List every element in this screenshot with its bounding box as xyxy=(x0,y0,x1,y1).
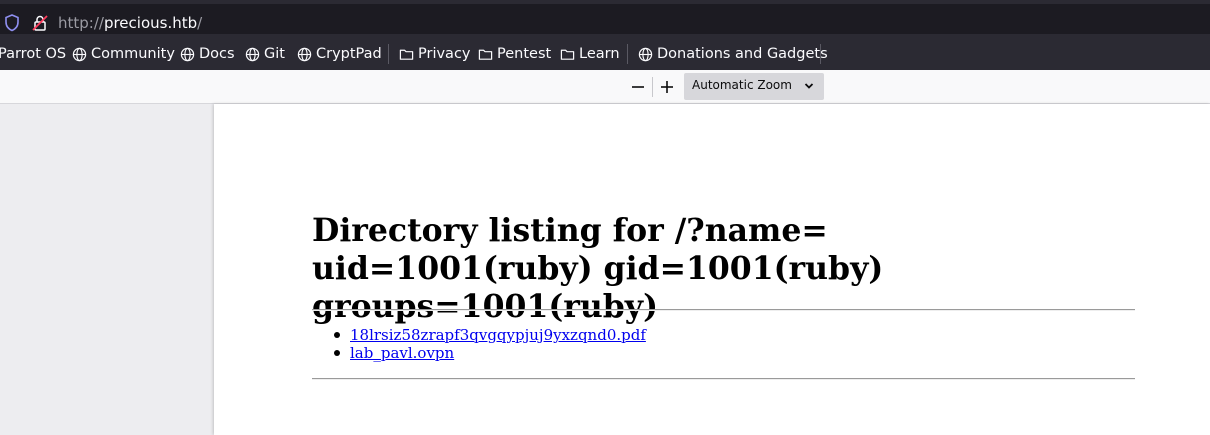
folder-icon xyxy=(560,49,575,60)
file-link[interactable]: lab_pavl.ovpn xyxy=(350,344,454,362)
file-list: 18lrsiz58zrapf3qvgqypjuj9yxzqnd0.pdf lab… xyxy=(312,326,646,362)
bookmark-separator xyxy=(820,44,821,64)
bookmark-donations-and-gadgets[interactable]: Donations and Gadgets xyxy=(638,38,828,70)
bookmark-label: Privacy xyxy=(418,46,471,62)
bookmark-separator xyxy=(388,44,389,64)
folder-icon xyxy=(399,49,414,60)
globe-icon xyxy=(638,47,653,61)
bookmark-label: Docs xyxy=(199,46,235,62)
tracking-protection-shield-icon[interactable] xyxy=(4,14,20,32)
address-field[interactable]: http://precious.htb/ xyxy=(0,4,1210,34)
bookmark-docs[interactable]: Docs xyxy=(180,38,235,70)
bookmark-folder-learn[interactable]: Learn xyxy=(560,38,620,70)
url-host: precious.htb xyxy=(103,14,198,32)
bookmark-parrot-os[interactable]: Parrot OS xyxy=(0,38,66,70)
bookmark-label: Pentest xyxy=(497,46,552,62)
file-link[interactable]: 18lrsiz58zrapf3qvgqypjuj9yxzqnd0.pdf xyxy=(350,326,646,344)
url-protocol: http:// xyxy=(58,14,104,32)
bookmarks-toolbar: Parrot OS Community Docs Git CryptPad Pr… xyxy=(0,38,1210,70)
url-text[interactable]: http://precious.htb/ xyxy=(58,14,202,32)
chevron-down-icon xyxy=(804,83,814,89)
globe-icon xyxy=(297,47,312,61)
bookmark-folder-pentest[interactable]: Pentest xyxy=(478,38,551,70)
url-bar: http://precious.htb/ xyxy=(0,0,1210,38)
globe-icon xyxy=(72,47,87,61)
pdf-page: Directory listing for /?name= uid=1001(r… xyxy=(214,104,1210,435)
bookmark-separator xyxy=(627,44,628,64)
globe-icon xyxy=(245,47,260,61)
bookmark-label: Git xyxy=(264,46,285,62)
bookmark-community[interactable]: Community xyxy=(72,38,175,70)
globe-icon xyxy=(180,47,195,61)
bookmark-label: Donations and Gadgets xyxy=(657,46,828,62)
bookmark-cryptpad[interactable]: CryptPad xyxy=(297,38,382,70)
folder-icon xyxy=(478,49,493,60)
bookmark-folder-privacy[interactable]: Privacy xyxy=(399,38,471,70)
bookmark-label: Learn xyxy=(579,46,620,62)
bookmark-label: CryptPad xyxy=(316,46,382,62)
bookmark-label: Community xyxy=(91,46,175,62)
pdf-toolbar: Automatic Zoom xyxy=(0,70,1210,104)
list-item: 18lrsiz58zrapf3qvgqypjuj9yxzqnd0.pdf xyxy=(312,326,646,344)
pdf-viewer-container: Directory listing for /?name= uid=1001(r… xyxy=(0,104,1210,435)
bookmark-label: Parrot OS xyxy=(0,46,67,62)
divider xyxy=(312,309,1135,311)
bookmark-git[interactable]: Git xyxy=(245,38,285,70)
zoom-select-value: Automatic Zoom xyxy=(692,78,792,92)
zoom-select[interactable]: Automatic Zoom xyxy=(684,73,824,100)
zoom-in-icon[interactable] xyxy=(656,76,678,98)
url-path: / xyxy=(197,14,203,32)
list-item: lab_pavl.ovpn xyxy=(312,344,646,362)
zoom-separator xyxy=(652,77,653,97)
zoom-out-icon[interactable] xyxy=(627,76,649,98)
divider xyxy=(312,378,1135,380)
insecure-lock-icon[interactable] xyxy=(32,14,48,32)
